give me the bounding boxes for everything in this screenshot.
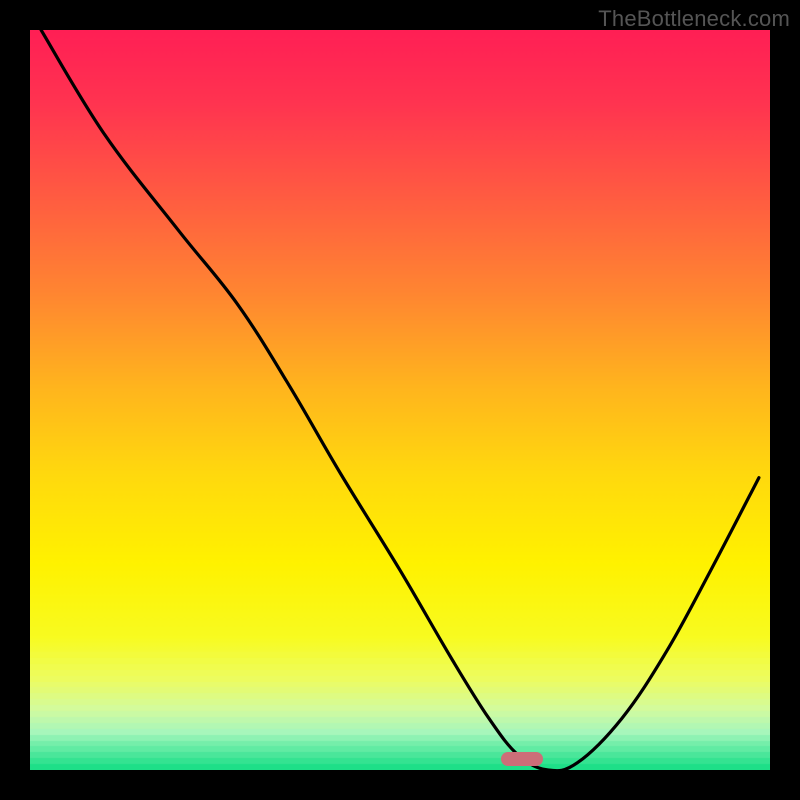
watermark-text: TheBottleneck.com bbox=[598, 6, 790, 32]
gradient-background bbox=[30, 30, 770, 770]
chart-frame: TheBottleneck.com bbox=[0, 0, 800, 800]
plot-area bbox=[30, 30, 770, 770]
optimum-marker bbox=[501, 752, 543, 766]
